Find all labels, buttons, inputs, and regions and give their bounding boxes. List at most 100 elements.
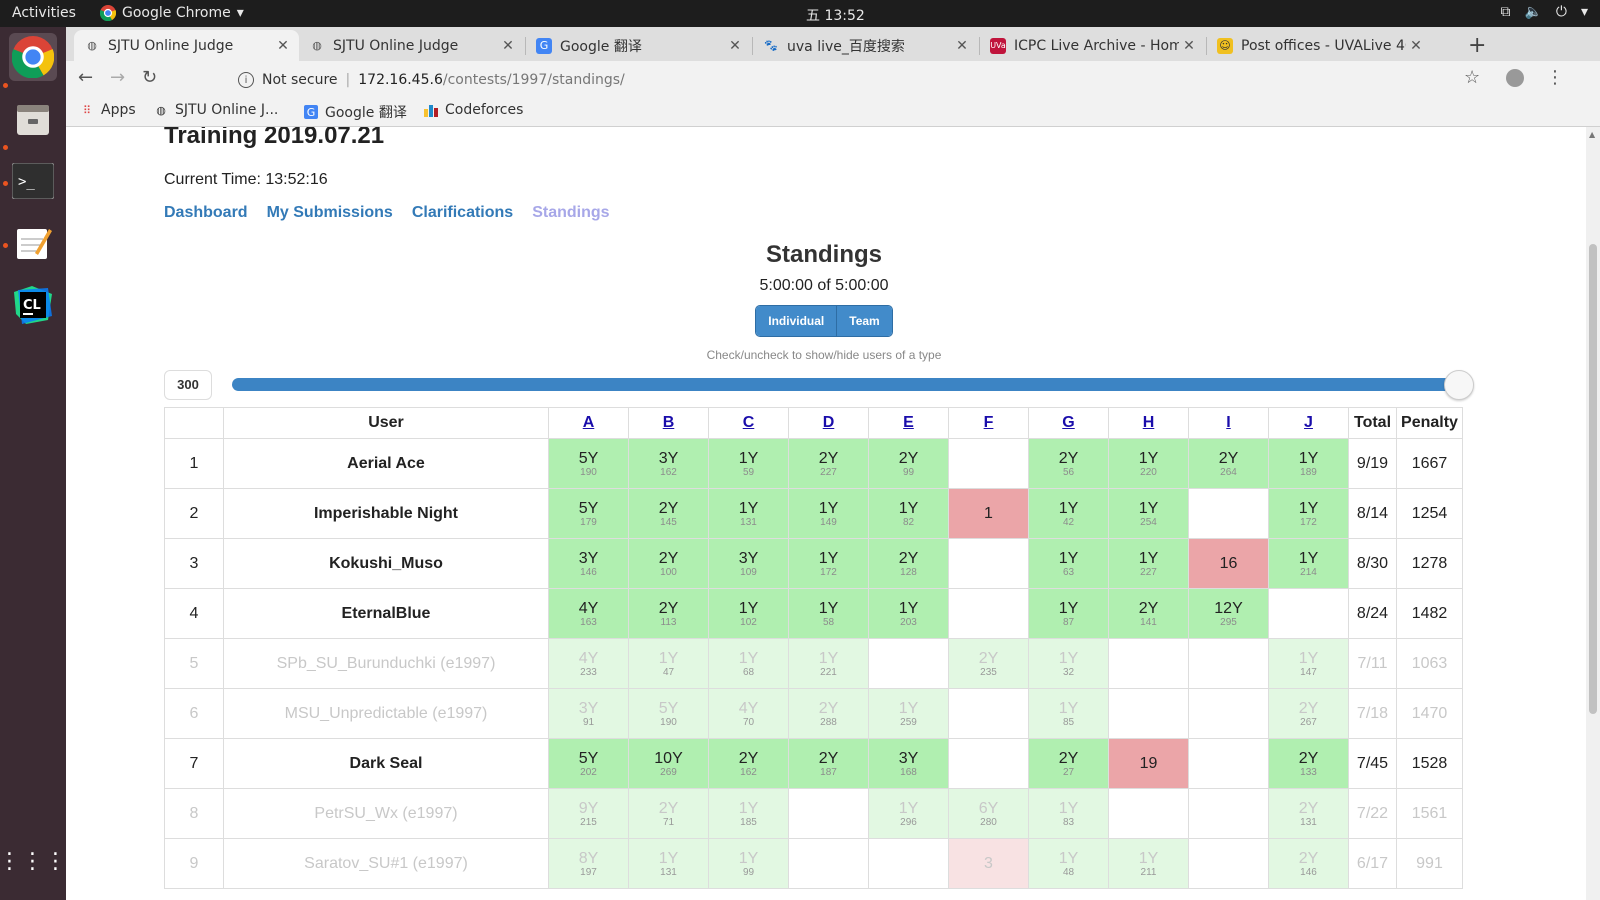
attempts-accepted: 1Y [1058, 549, 1079, 567]
problem-e-header[interactable]: E [868, 407, 949, 439]
scrollbar-thumb[interactable] [1589, 244, 1597, 714]
problem-g-header[interactable]: G [1028, 407, 1109, 439]
rank-cell: 6 [164, 688, 224, 739]
attempts-accepted: 2Y [1298, 849, 1319, 867]
power-icon[interactable]: ⏻ [1556, 4, 1567, 20]
solve-time: 296 [900, 816, 917, 828]
activities-button[interactable]: Activities [12, 5, 76, 21]
team-toggle-button[interactable]: Team [836, 306, 892, 336]
dock-terminal[interactable]: >_ [9, 157, 57, 205]
close-tab-icon[interactable]: ✕ [952, 38, 972, 54]
solve-time: 59 [742, 466, 755, 478]
tab-sjtu-oj-1[interactable]: ◍ SJTU Online Judge ✕ [74, 30, 299, 61]
problem-e-cell: 1Y 296 [868, 788, 949, 839]
user-name-cell[interactable]: Kokushi_Muso [223, 538, 549, 589]
attempts-accepted: 1Y [1298, 449, 1319, 467]
problem-j-header[interactable]: J [1268, 407, 1349, 439]
show-apps-grid-icon[interactable]: ⋮⋮⋮ [0, 837, 67, 885]
nav-clarifications-link[interactable]: Clarifications [412, 204, 513, 222]
user-name-cell[interactable]: Saratov_SU#1 (e1997) [223, 838, 549, 889]
problem-a-header[interactable]: A [548, 407, 629, 439]
nav-standings-link[interactable]: Standings [532, 204, 609, 222]
reload-icon[interactable]: ↻ [142, 67, 157, 88]
solve-time: 71 [662, 816, 675, 828]
attempts-accepted: 1Y [738, 649, 759, 667]
problem-i-header[interactable]: I [1188, 407, 1269, 439]
nav-my-submissions-link[interactable]: My Submissions [267, 204, 393, 222]
caret-down-icon[interactable]: ▾ [1581, 4, 1588, 20]
close-tab-icon[interactable]: ✕ [273, 38, 293, 54]
rows-count-input[interactable]: 300 [164, 370, 212, 400]
rows-slider-handle[interactable] [1444, 370, 1474, 400]
user-name-cell[interactable]: Dark Seal [223, 738, 549, 789]
dock-files[interactable] [9, 95, 57, 143]
tab-icpc-live-archive[interactable]: UVa ICPC Live Archive - Home ✕ [980, 30, 1205, 61]
attempts-accepted: 2Y [1058, 449, 1079, 467]
address-bar[interactable]: i Not secure | 172.16.45.6/contests/1997… [238, 65, 1338, 95]
dock-clion[interactable]: CL [9, 281, 57, 329]
bookmark-codeforces[interactable]: Codeforces [424, 102, 523, 118]
bookmark-sjtu-oj[interactable]: ◍ SJTU Online J... [154, 102, 278, 118]
solve-time: 235 [980, 666, 997, 678]
penalty-cell: 1063 [1396, 638, 1463, 689]
problem-h-header[interactable]: H [1108, 407, 1189, 439]
individual-toggle-button[interactable]: Individual [756, 306, 837, 336]
solve-time: 99 [742, 866, 755, 878]
bookmark-star-icon[interactable]: ☆ [1464, 67, 1480, 88]
bookmark-google-translate[interactable]: G Google 翻译 [304, 102, 407, 122]
volume-icon[interactable]: 🔈 [1524, 4, 1541, 20]
kebab-menu-icon[interactable]: ⋮ [1546, 67, 1564, 88]
profile-avatar-icon[interactable] [1506, 69, 1524, 87]
info-icon[interactable]: i [238, 72, 254, 88]
bookmark-apps[interactable]: ⠿ Apps [80, 102, 136, 118]
table-row: 7 Dark Seal 5Y 202 10Y 269 2Y 162 2Y 187 3Y 168 2Y 27… [164, 738, 1463, 789]
attempts-accepted: 3Y [578, 549, 599, 567]
scroll-up-arrow-icon[interactable]: ▲ [1589, 130, 1595, 139]
tab-baidu-search[interactable]: 🐾 uva live_百度搜索 ✕ [753, 30, 978, 61]
user-name-cell[interactable]: EternalBlue [223, 588, 549, 639]
tab-uvalive-post-offices[interactable]: ☺ Post offices - UVALive 4064 ✕ [1207, 30, 1432, 61]
solve-time: 172 [820, 566, 837, 578]
problem-d-cell: 1Y 58 [788, 588, 869, 639]
tab-google-translate[interactable]: G Google 翻译 ✕ [526, 30, 751, 61]
tab-sjtu-oj-2[interactable]: ◍ SJTU Online Judge ✕ [299, 30, 524, 61]
penalty-header: Penalty [1396, 407, 1463, 439]
url-path: /contests/1997/standings/ [442, 72, 625, 88]
tab-title: ICPC Live Archive - Home [1014, 37, 1179, 54]
new-tab-plus-icon[interactable]: + [1468, 33, 1486, 58]
problem-d-header[interactable]: D [788, 407, 869, 439]
problem-j-cell: 2Y 267 [1268, 688, 1349, 739]
table-row: 2 Imperishable Night 5Y 179 2Y 145 1Y 131 1Y 149 1… [164, 488, 1463, 539]
problem-a-cell: 9Y 215 [548, 788, 629, 839]
rank-cell: 3 [164, 538, 224, 589]
attempts-failed: 19 [1139, 755, 1158, 772]
dock-chrome[interactable] [9, 33, 57, 81]
close-tab-icon[interactable]: ✕ [725, 38, 745, 54]
solve-time: 190 [660, 716, 677, 728]
problem-e-cell: 2Y 99 [868, 438, 949, 489]
problem-b-header[interactable]: B [628, 407, 709, 439]
rows-slider-track[interactable] [232, 378, 1460, 391]
page-scrollbar[interactable]: ▲ [1586, 127, 1600, 900]
close-tab-icon[interactable]: ✕ [1406, 38, 1426, 54]
back-arrow-icon[interactable]: ← [78, 67, 93, 88]
app-menu[interactable]: Google Chrome ▾ [100, 5, 244, 21]
solve-time: 48 [1062, 866, 1075, 878]
nav-dashboard-link[interactable]: Dashboard [164, 204, 248, 222]
forward-arrow-icon[interactable]: → [110, 67, 125, 88]
problem-h-cell: 1Y 254 [1108, 488, 1189, 539]
close-tab-icon[interactable]: ✕ [1179, 38, 1199, 54]
user-name-cell[interactable]: PetrSU_Wx (e1997) [223, 788, 549, 839]
google-translate-icon: G [536, 37, 552, 54]
user-name-cell[interactable]: SPb_SU_Burunduchki (e1997) [223, 638, 549, 689]
user-name-cell[interactable]: Aerial Ace [223, 438, 549, 489]
close-tab-icon[interactable]: ✕ [498, 38, 518, 54]
dock-text-editor[interactable] [9, 219, 57, 267]
solve-time: 58 [822, 616, 835, 628]
clock[interactable]: 五 13:52 [806, 5, 865, 25]
problem-c-header[interactable]: C [708, 407, 789, 439]
user-name-cell[interactable]: MSU_Unpredictable (e1997) [223, 688, 549, 739]
network-icon[interactable]: ⧉ [1500, 4, 1510, 20]
problem-f-header[interactable]: F [948, 407, 1029, 439]
user-name-cell[interactable]: Imperishable Night [223, 488, 549, 539]
